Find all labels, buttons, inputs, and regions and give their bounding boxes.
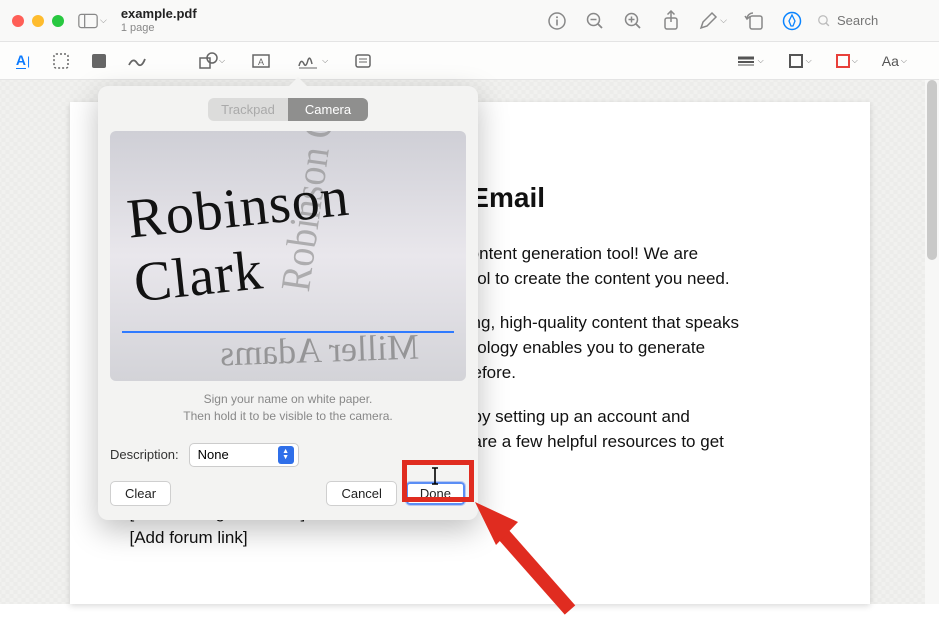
signature-tool[interactable]: ⌵ [297,52,328,70]
description-select[interactable]: None ▲▼ [189,443,299,467]
segment-trackpad[interactable]: Trackpad [208,98,288,121]
sidebar-icon [78,13,98,29]
rect-select-tool[interactable] [50,50,72,72]
redact-tool[interactable] [88,50,110,72]
search-icon [817,14,831,28]
markup-button[interactable]: ⌵ [698,11,727,31]
file-title: example.pdf [121,7,197,21]
segment-camera[interactable]: Camera [288,98,368,121]
zoom-out-icon [585,11,605,31]
border-style-tool[interactable]: ⌵ [736,55,764,67]
share-button[interactable] [660,10,682,32]
search-input[interactable] [837,13,927,28]
fill-color-tool[interactable]: ⌵ [836,54,858,68]
svg-text:A: A [258,57,264,67]
select-arrows-icon: ▲▼ [278,446,294,464]
sidebar-toggle-button[interactable]: ⌵ [78,13,107,29]
info-button[interactable] [546,10,568,32]
aa-label: Aa [882,53,899,69]
border-square-icon [788,53,804,69]
description-row: Description: None ▲▼ [110,443,466,467]
zoom-out-button[interactable] [584,10,606,32]
cancel-button[interactable]: Cancel [326,481,396,506]
instruction-text: Sign your name on white paper. Then hold… [110,391,466,425]
titlebar-actions: ⌵ [546,10,803,32]
traffic-lights [12,15,64,27]
minimize-window-button[interactable] [32,15,44,27]
info-icon [547,11,567,31]
file-info: example.pdf 1 page [121,7,197,33]
fill-color-swatch [836,54,850,68]
sketch-icon [127,53,147,69]
camera-preview: Robinson Clark Robinson Clark Miller Ada… [110,131,466,381]
text-select-tool[interactable]: A| [12,50,34,72]
rotate-button[interactable] [743,10,765,32]
signature-icon [297,52,321,70]
capture-mode-segmented[interactable]: Trackpad Camera [208,98,368,121]
description-value: None [198,447,229,462]
markup-toolbar-button[interactable] [781,10,803,32]
marker-tip-icon [782,11,802,31]
placeholder-link-forum: [Add forum link] [130,525,810,551]
rotate-icon [743,11,765,31]
search-field[interactable] [817,13,927,28]
zoom-in-button[interactable] [622,10,644,32]
note-icon [354,53,372,69]
signature-popover: Trackpad Camera Robinson Clark Robinson … [98,86,478,520]
text-tool[interactable]: A [251,53,271,69]
vertical-scrollbar[interactable] [925,80,939,604]
popover-buttons: Clear Cancel Done [110,481,466,506]
sketch-tool[interactable] [126,50,148,72]
shapes-tool[interactable]: ⌵ [198,52,225,70]
description-label: Description: [110,447,179,462]
rect-select-icon [52,52,70,70]
window-titlebar: ⌵ example.pdf 1 page ⌵ [0,0,939,42]
close-window-button[interactable] [12,15,24,27]
share-icon [661,10,681,32]
scrollbar-thumb[interactable] [927,80,937,260]
pencil-icon [698,11,718,31]
file-subtitle: 1 page [121,22,197,34]
signature-mirror: Miller Adams [219,326,419,375]
signature-main: Robinson Clark [124,155,456,316]
font-style-tool[interactable]: Aa⌵ [882,53,907,69]
shapes-icon [198,52,218,70]
markup-toolbar: A| ⌵ A ⌵ ⌵ ⌵ ⌵ Aa⌵ [0,42,939,80]
done-button[interactable]: Done [405,481,466,506]
clear-button[interactable]: Clear [110,481,171,506]
zoom-in-icon [623,11,643,31]
fullscreen-window-button[interactable] [52,15,64,27]
note-tool[interactable] [354,53,372,69]
border-color-tool[interactable]: ⌵ [788,53,812,69]
lines-icon [736,55,756,67]
redact-icon [90,52,108,70]
text-box-icon: A [251,53,271,69]
